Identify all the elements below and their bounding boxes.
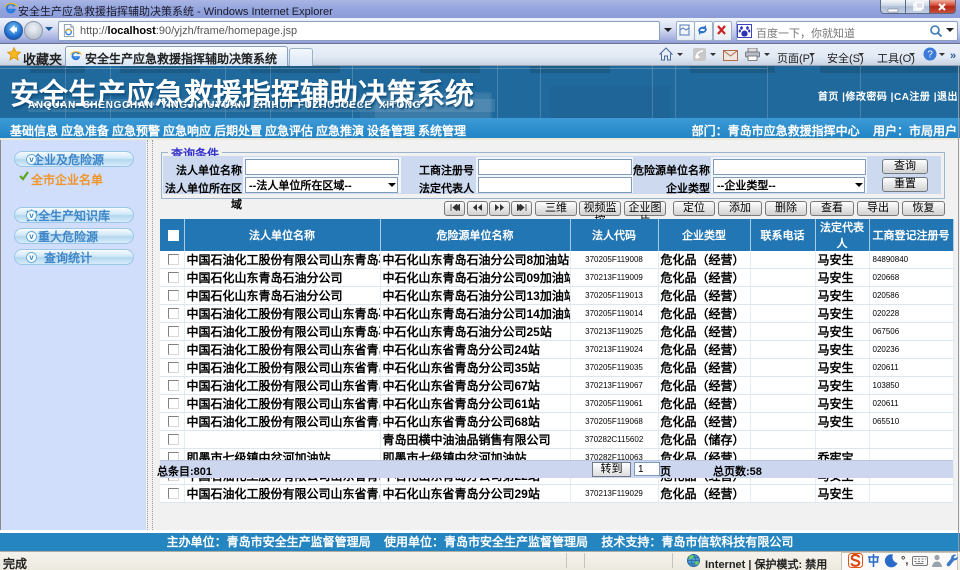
svg-text:?: ? (927, 50, 933, 61)
